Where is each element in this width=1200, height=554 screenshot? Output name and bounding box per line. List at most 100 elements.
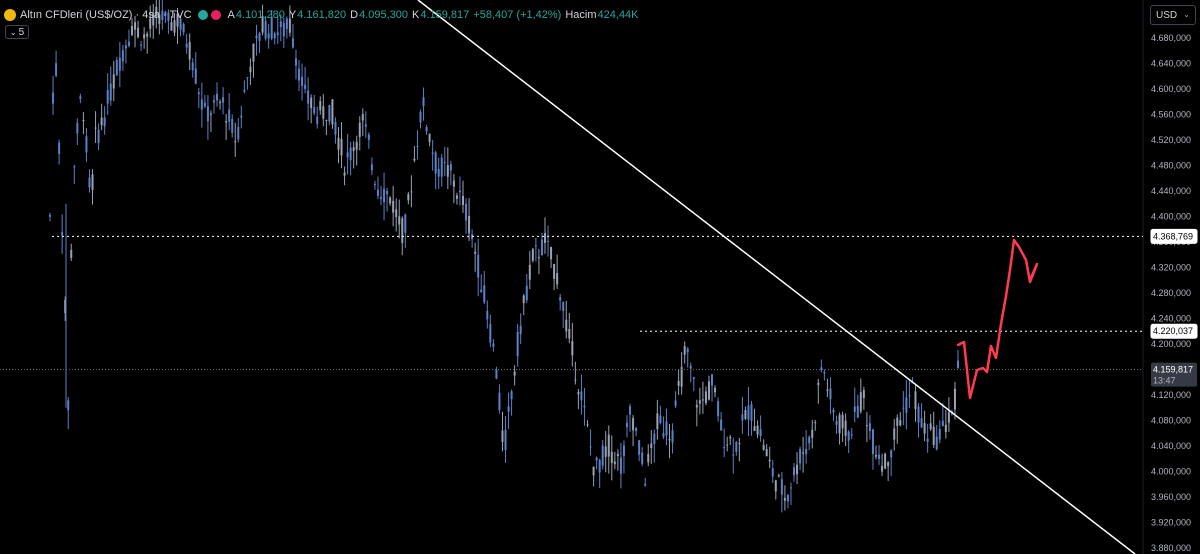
candle-body: [486, 310, 489, 320]
indicator-icon: [210, 10, 221, 20]
candle-body: [635, 428, 638, 432]
candle-body: [474, 251, 477, 254]
candle-body: [304, 84, 307, 89]
candle-body: [501, 430, 504, 443]
candle-body: [264, 20, 267, 39]
candle-body: [786, 494, 789, 502]
high-label: Y: [288, 9, 297, 21]
volume-value: 424,44K: [597, 9, 639, 21]
candle-body: [55, 63, 58, 76]
candle-body: [714, 387, 717, 393]
y-tick-label: 4.560,000: [1151, 110, 1191, 120]
candle-body: [574, 379, 577, 381]
candle-body: [683, 346, 686, 355]
gold-logo-icon: [4, 9, 16, 21]
interval-toggle-button[interactable]: ⌄ 5: [5, 25, 29, 39]
candle-body: [504, 429, 507, 451]
candle-body: [67, 400, 70, 411]
candle-body: [477, 254, 480, 278]
candle-body: [789, 487, 792, 489]
candle-body: [887, 462, 890, 467]
candle-body: [428, 133, 431, 142]
candle-body: [692, 377, 695, 379]
candle-body: [935, 436, 938, 450]
candle-body: [729, 436, 732, 439]
candle-body: [483, 285, 486, 303]
candle-body: [607, 434, 610, 457]
candle-body: [565, 319, 568, 332]
candle-body: [550, 246, 553, 260]
currency-select[interactable]: USD ⌄: [1150, 5, 1196, 25]
candle-body: [392, 200, 395, 213]
candle-body: [337, 137, 340, 150]
candle-body: [856, 406, 859, 418]
chevron-down-icon: ⌄: [1183, 10, 1190, 19]
change-value: +58,407 (+1,42%): [473, 9, 562, 21]
candle-body: [498, 392, 501, 411]
candle-body: [890, 450, 893, 458]
interval-value: 5: [18, 26, 25, 38]
candle-body: [568, 328, 571, 339]
candle-body: [881, 465, 884, 472]
forecast-drawing[interactable]: [956, 238, 1039, 400]
candle-body: [884, 453, 887, 469]
trendline[interactable]: [417, 0, 1136, 554]
candle-body: [370, 164, 373, 171]
candle-body: [957, 360, 959, 369]
candle-body: [944, 424, 947, 432]
candle-body: [252, 43, 255, 62]
candle-body: [395, 209, 398, 218]
candle-body: [753, 426, 756, 432]
candle-body: [294, 58, 297, 66]
candle-body: [109, 83, 112, 101]
candle-body: [425, 127, 428, 132]
candle-body: [170, 22, 173, 31]
candle-body: [273, 33, 276, 39]
candle-body: [140, 44, 143, 46]
candle-body: [73, 166, 76, 168]
candle-body: [322, 106, 325, 119]
candle-body: [610, 451, 613, 464]
candle-body: [601, 445, 604, 466]
candle-body: [103, 117, 106, 127]
candle-body: [468, 215, 471, 234]
y-tick-label: 4.080,000: [1151, 416, 1191, 426]
candle-body: [641, 452, 644, 465]
candle-body: [534, 245, 537, 247]
price-chart[interactable]: 4.680,000 4.640,000 4.600,000 4.560,000 4.52…: [0, 0, 1200, 554]
candle-body: [313, 107, 316, 114]
candle-body: [118, 57, 121, 71]
candle-body: [458, 190, 461, 193]
candle-body: [844, 420, 847, 436]
candle-body: [953, 388, 956, 410]
y-tick-label: 4.440,000: [1151, 186, 1191, 196]
candle-body: [373, 184, 376, 186]
candle-body: [455, 195, 458, 199]
candle-body: [240, 115, 243, 118]
y-tick-label: 3.960,000: [1151, 492, 1191, 502]
candle-body: [407, 193, 410, 201]
candle-body: [216, 93, 219, 101]
candle-body: [319, 101, 322, 111]
candle-body: [465, 203, 468, 221]
candle-body: [340, 139, 343, 156]
candle-body: [100, 117, 103, 126]
candle-body: [774, 480, 777, 492]
candle-body: [793, 467, 796, 476]
candle-body: [841, 414, 844, 429]
y-tick-label: 4.120,000: [1151, 390, 1191, 400]
candle-body: [76, 122, 79, 134]
candle-body: [850, 434, 853, 436]
candle-body: [796, 464, 799, 475]
candle-body: [598, 459, 601, 473]
candle-body: [182, 24, 185, 33]
y-tick-label: 3.880,000: [1151, 543, 1191, 553]
y-tick-label: 4.240,000: [1151, 314, 1191, 324]
candle-body: [91, 174, 94, 190]
symbol-title[interactable]: Altın CFDleri (US$/OZ) · 4sa · TVC: [20, 9, 192, 21]
candle-body: [732, 454, 735, 456]
candle-body: [695, 404, 698, 408]
candle-body: [777, 475, 780, 477]
last-price-label: 4.159,817: [1153, 365, 1193, 375]
candle-body: [440, 157, 443, 177]
